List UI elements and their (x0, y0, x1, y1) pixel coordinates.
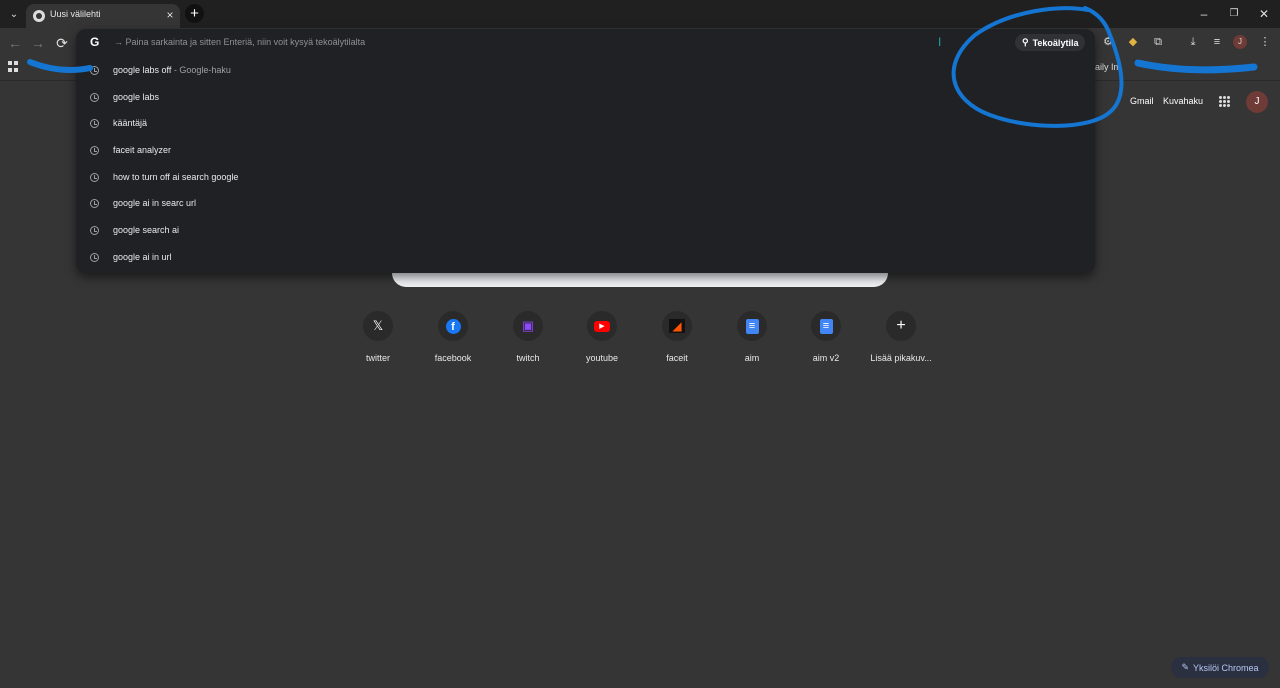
close-window-button[interactable]: ✕ (1252, 4, 1276, 24)
suggestion-item[interactable]: google ai in url (76, 244, 1095, 271)
facebook-icon: f (438, 311, 468, 341)
back-button[interactable]: ← (5, 33, 25, 53)
document-icon: ≡ (737, 311, 767, 341)
suggestion-text: faceit analyzer (113, 145, 172, 156)
extension-icon[interactable]: ◆ (1125, 34, 1141, 50)
gmail-link[interactable]: Gmail (1130, 96, 1154, 106)
history-icon (90, 172, 99, 182)
omnibox-input[interactable]: → Paina sarkainta ja sitten Enteriä, nii… (114, 37, 365, 47)
new-tab-button[interactable]: + (185, 4, 204, 23)
suggestion-item[interactable]: google labs (76, 84, 1095, 111)
customize-label: Yksilöi Chromea (1193, 662, 1259, 673)
suggestion-item[interactable]: faceit analyzer (76, 137, 1095, 164)
reading-list-icon[interactable]: ≡ (1209, 34, 1225, 50)
suggestion-item[interactable]: how to turn off ai search google (76, 164, 1095, 191)
reload-button[interactable]: ⟳ (52, 33, 72, 53)
minimize-button[interactable]: – (1192, 4, 1216, 24)
chrome-menu-icon[interactable]: ⋮ (1257, 34, 1273, 50)
history-icon (90, 146, 99, 156)
shortcut-label: twitch (516, 353, 540, 363)
download-icon[interactable]: ⤓ (1185, 34, 1201, 50)
history-icon (90, 252, 99, 262)
add-shortcut-button[interactable]: + Lisää pikakuv... (864, 308, 938, 378)
shortcut-aim[interactable]: ≡ aim (715, 308, 789, 378)
shortcut-label: youtube (585, 353, 619, 363)
customize-chrome-button[interactable]: ✎ Yksilöi Chromea (1171, 657, 1269, 678)
shortcut-facebook[interactable]: f facebook (416, 308, 490, 378)
twitch-icon: ▣ (513, 311, 543, 341)
shortcut-twitch[interactable]: ▣ twitch (491, 308, 565, 378)
suggestion-text: google labs off (113, 65, 172, 75)
restore-button[interactable]: ❐ (1222, 4, 1246, 24)
history-icon (90, 92, 99, 102)
youtube-icon: ▶ (587, 311, 617, 341)
shortcut-twitter[interactable]: 𝕏twitter (341, 308, 415, 378)
pencil-icon: ✎ (1181, 662, 1189, 672)
plus-icon: + (886, 311, 916, 341)
history-icon (90, 119, 99, 129)
tab-new-tab[interactable]: Uusi välilehti × (26, 4, 180, 28)
history-icon (90, 199, 99, 209)
bookmark-item[interactable]: aily Im (1095, 62, 1121, 72)
shortcut-label: aim (744, 353, 760, 363)
sparkle-search-icon: ⚲ (1022, 37, 1029, 47)
suggestion-suffix: - Google-haku (171, 65, 231, 75)
chrome-favicon-icon (33, 10, 45, 22)
history-icon (90, 66, 99, 75)
document-icon: ≡ (811, 311, 841, 341)
faceit-icon: ◢ (662, 311, 692, 341)
google-apps-icon[interactable] (1219, 96, 1230, 107)
x-icon: 𝕏 (363, 311, 393, 341)
ai-mode-button[interactable]: ⚲ Tekoälytila (1015, 34, 1086, 51)
google-g-icon: G (90, 35, 100, 49)
suggestion-item[interactable]: kääntäjä (76, 110, 1095, 137)
shortcut-tiles: 𝕏twitter f facebook ▣ twitch ▶ youtube ◢ fac… (341, 308, 939, 378)
suggestion-text: how to turn off ai search google (113, 171, 239, 182)
shortcut-label: faceit (666, 353, 688, 363)
suggestion-text: google search ai (113, 225, 180, 236)
suggestion-item[interactable]: google ai in searc url (76, 190, 1095, 217)
suggestion-text: kääntäjä (113, 118, 148, 129)
suggestion-text: google ai in searc url (113, 198, 197, 209)
tab-close-icon[interactable]: × (162, 6, 178, 24)
extension-icon[interactable]: ⚙ (1100, 34, 1116, 50)
history-icon (90, 226, 99, 236)
suggestion-item[interactable]: google labs off - Google-haku (76, 57, 1095, 84)
tab-strip: ⌄ Uusi välilehti × + – ❐ ✕ (0, 0, 1280, 28)
shortcut-label: facebook (434, 353, 472, 363)
forward-button[interactable]: → (28, 33, 48, 53)
apps-grid-icon[interactable] (8, 61, 20, 73)
ai-mode-label: Tekoälytila (1032, 37, 1079, 48)
tab-search-chevron-icon[interactable]: ⌄ (4, 5, 24, 23)
suggestion-text: google ai in url (113, 251, 172, 262)
bookmarks-overflow-icon[interactable]: » (1249, 59, 1256, 74)
text-cursor-icon: I (938, 35, 942, 49)
shortcut-label: Lisää pikakuv... (870, 353, 932, 363)
extensions-puzzle-icon[interactable]: ⧉ (1150, 34, 1166, 50)
profile-avatar[interactable]: J (1233, 35, 1247, 49)
omnibox-dropdown: G → Paina sarkainta ja sitten Enteriä, n… (76, 29, 1095, 273)
tab-title: Uusi välilehti (50, 9, 101, 19)
shortcut-youtube[interactable]: ▶ youtube (565, 308, 639, 378)
shortcut-label: twitter (365, 353, 390, 363)
shortcut-aim-v2[interactable]: ≡ aim v2 (789, 308, 863, 378)
google-account-avatar[interactable]: J (1246, 91, 1268, 113)
suggestion-item[interactable]: google search ai (76, 217, 1095, 244)
suggestion-text: google labs (113, 91, 160, 102)
suggestion-list: google labs off - Google-haku google lab… (76, 57, 1095, 271)
images-link[interactable]: Kuvahaku (1163, 96, 1203, 106)
shortcut-faceit[interactable]: ◢ faceit (640, 308, 714, 378)
shortcut-label: aim v2 (812, 353, 840, 363)
